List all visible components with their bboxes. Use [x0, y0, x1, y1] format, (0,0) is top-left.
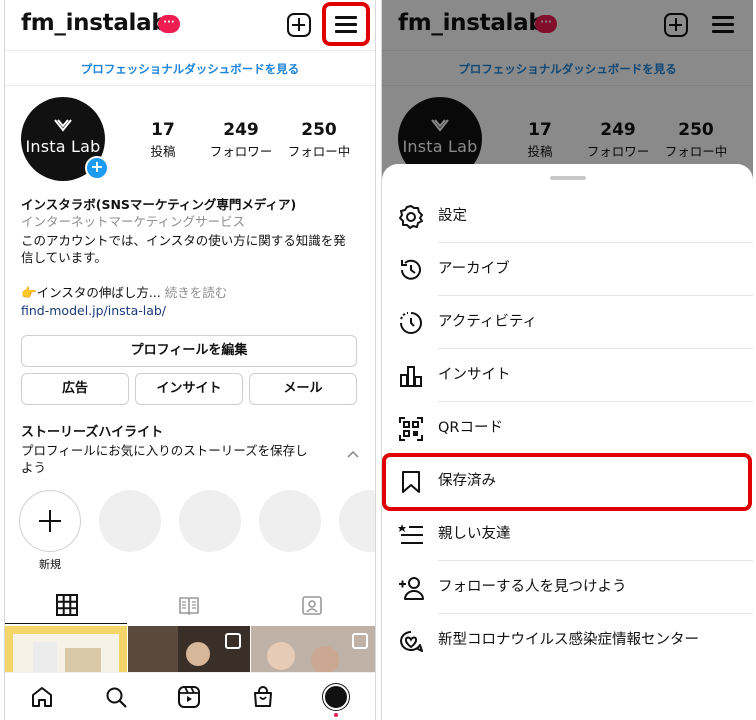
menu-item-activity[interactable]: アクティビティ	[382, 296, 753, 349]
menu-item-close-friends[interactable]: 親しい友達	[382, 508, 753, 561]
bio-category: インターネットマーケティングサービス	[21, 214, 246, 229]
stat-following-value: 250	[301, 120, 337, 140]
profile-header: fm_instalab ···	[5, 0, 375, 50]
tagged-icon[interactable]	[301, 594, 323, 616]
bio-url-link[interactable]: find-model.jp/insta-lab/	[21, 302, 166, 319]
qr-code-icon	[399, 417, 423, 441]
highlight-box	[382, 453, 752, 511]
menu-label-close-friends: 親しい友達	[438, 526, 511, 542]
stat-posts[interactable]: 17 投稿	[123, 120, 203, 160]
menu-label-insights: インサイト	[438, 367, 511, 383]
menu-label-activity: アクティビティ	[438, 314, 538, 330]
close-friends-list-icon	[398, 524, 423, 544]
settings-gear-icon	[399, 205, 423, 229]
menu-label-qr-code: QRコード	[438, 420, 503, 436]
reels-book-icon[interactable]	[178, 594, 200, 616]
highlights-title: ストーリーズハイライト	[21, 425, 164, 440]
menu-label-discover-people: フォローする人を見つけよう	[438, 579, 627, 595]
post-grid	[5, 626, 375, 672]
ad-button[interactable]: 広告	[21, 373, 129, 405]
stat-posts-label: 投稿	[150, 144, 176, 159]
insta-lab-logo-icon	[21, 117, 105, 139]
bio-teaser: 👉インスタの伸ばし方...	[21, 285, 161, 300]
archive-history-icon	[401, 259, 421, 280]
menu-screen: fm_instalab ··· プロフェッショナルダッシュボードを見る Inst…	[381, 0, 753, 720]
highlight-placeholder	[339, 490, 375, 552]
avatar-brand-text: Insta Lab	[25, 137, 101, 156]
highlight-placeholder	[259, 490, 321, 552]
highlights-desc-1: プロフィールにお気に入りのストーリーズを保存し	[21, 443, 308, 458]
menu-item-insights[interactable]: インサイト	[382, 349, 753, 402]
menu-label-covid-info: 新型コロナウイルス感染症情報センター	[438, 632, 699, 648]
bottom-navigation	[5, 672, 375, 720]
post-thumbnail[interactable]	[5, 626, 127, 672]
activity-clock-icon	[400, 312, 422, 334]
menu-label-settings: 設定	[438, 208, 467, 224]
menu-item-archive[interactable]: アーカイブ	[382, 243, 753, 296]
bio-name: インスタラボ(SNSマーケティング専門メディア)	[21, 197, 297, 212]
highlight-box	[322, 2, 370, 46]
new-highlight-label: 新規	[39, 558, 61, 571]
stat-following-label: フォロー中	[287, 144, 351, 159]
insights-bar-chart-icon	[400, 366, 422, 387]
stat-following[interactable]: 250 フォロー中	[279, 120, 359, 160]
add-person-icon	[399, 577, 424, 600]
read-more-link[interactable]: 続きを読む	[165, 285, 228, 300]
covid-info-icon	[400, 631, 423, 652]
home-icon[interactable]	[30, 685, 54, 709]
stat-followers-value: 249	[223, 120, 259, 140]
highlight-placeholder	[179, 490, 241, 552]
professional-dashboard-link[interactable]: プロフェッショナルダッシュボードを見る	[5, 50, 375, 86]
bio-line-2: 信しています。	[21, 250, 107, 265]
grid-icon[interactable]	[56, 594, 78, 616]
bio-teaser-row: 👉インスタの伸ばし方... 続きを読む	[21, 284, 227, 301]
shop-icon[interactable]	[251, 685, 275, 709]
stat-posts-value: 17	[151, 120, 175, 140]
bio-line-1: このアカウントでは、インスタの使い方に関する知識を発	[21, 233, 346, 248]
menu-label-archive: アーカイブ	[438, 261, 510, 277]
post-thumbnail[interactable]	[251, 626, 376, 672]
stat-followers[interactable]: 249 フォロワー	[201, 120, 281, 160]
stat-followers-label: フォロワー	[209, 144, 273, 159]
search-icon[interactable]	[104, 685, 128, 709]
menu-item-covid-info[interactable]: 新型コロナウイルス感染症情報センター	[382, 614, 753, 667]
notification-badge: ···	[158, 15, 180, 33]
collapse-chevron-icon[interactable]	[347, 443, 359, 462]
email-button[interactable]: メール	[249, 373, 357, 405]
highlights-desc-2: よう	[21, 460, 47, 475]
menu-item-settings[interactable]: 設定	[382, 190, 753, 243]
active-tab-underline	[5, 623, 127, 624]
notification-dot	[334, 713, 338, 717]
add-story-plus-icon[interactable]: +	[85, 156, 109, 180]
profile-screen: fm_instalab ··· プロフェッショナルダッシュボードを見る Inst…	[4, 0, 376, 720]
new-highlight-button[interactable]	[19, 490, 81, 552]
reels-icon[interactable]	[177, 685, 201, 709]
edit-profile-button[interactable]: プロフィールを編集	[21, 335, 357, 367]
post-thumbnail[interactable]	[128, 626, 250, 672]
create-post-icon[interactable]	[287, 13, 311, 37]
insights-button[interactable]: インサイト	[135, 373, 243, 405]
sheet-grab-handle[interactable]	[550, 176, 586, 180]
profile-avatar-nav[interactable]	[323, 684, 349, 710]
highlight-placeholder	[99, 490, 161, 552]
menu-item-discover-people[interactable]: フォローする人を見つけよう	[382, 561, 753, 614]
menu-item-qr-code[interactable]: QRコード	[382, 402, 753, 455]
username-title[interactable]: fm_instalab	[21, 10, 168, 36]
profile-tabs	[5, 588, 375, 624]
menu-bottom-sheet: 設定 アーカイブ アクティビティ インサイト QRコード 保存済み 親しい友達 …	[382, 164, 753, 720]
